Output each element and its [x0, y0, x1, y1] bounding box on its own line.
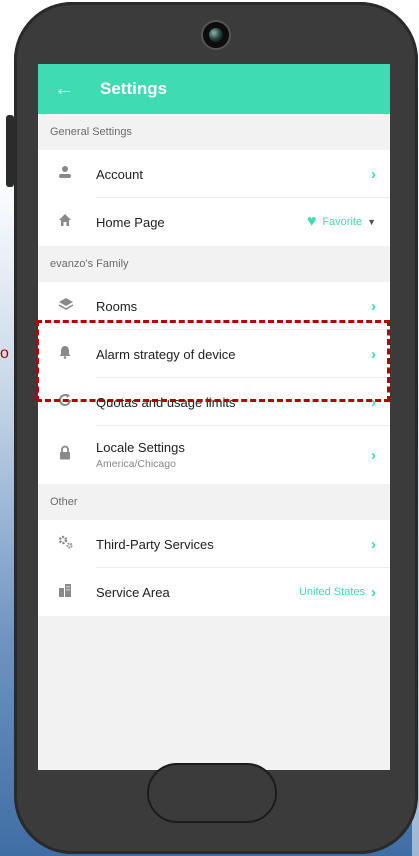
general-settings-group: Account › Home Page ♥ Favorite ▼ [38, 150, 390, 246]
camera-icon [201, 20, 231, 50]
section-header-other: Other [38, 484, 390, 520]
app-bar: ← Settings [38, 64, 390, 114]
app-screen: ← Settings General Settings Account › Ho… [38, 64, 390, 770]
caret-down-icon[interactable]: ▼ [367, 217, 376, 227]
service-area-label: Service Area [96, 584, 170, 600]
layers-icon [58, 297, 96, 316]
left-side-button [6, 115, 14, 187]
other-group: Third-Party Services › Service Area Unit… [38, 520, 390, 616]
gears-icon [58, 535, 96, 554]
arrow-left-icon[interactable]: ← [54, 78, 100, 101]
service-area-row[interactable]: Service Area United States › [38, 568, 390, 616]
locale-settings-row[interactable]: Locale Settings America/Chicago › [38, 426, 390, 484]
chevron-right-icon: › [371, 583, 376, 601]
rooms-label: Rooms [96, 298, 138, 314]
chevron-right-icon: › [371, 165, 376, 183]
heart-icon: ♥ [306, 213, 317, 230]
page-title: Settings [100, 79, 168, 98]
chevron-right-icon: › [371, 446, 376, 464]
account-label: Account [96, 166, 143, 182]
building-icon [58, 583, 96, 602]
home-button[interactable] [147, 763, 277, 823]
section-header-general: General Settings [38, 114, 390, 150]
home-page-row[interactable]: Home Page ♥ Favorite ▼ [38, 198, 390, 246]
highlight-annotation-box [36, 320, 390, 402]
home-page-label: Home Page [96, 214, 165, 230]
user-icon [58, 165, 96, 184]
service-area-value: United States [298, 586, 365, 598]
locale-settings-label: Locale Settings [96, 440, 185, 455]
third-party-services-row[interactable]: Third-Party Services › [38, 520, 390, 568]
cropped-annotation-text: o [0, 345, 9, 362]
section-header-family: evanzo's Family [38, 246, 390, 282]
home-icon [58, 213, 96, 232]
third-party-services-label: Third-Party Services [96, 536, 214, 552]
chevron-right-icon: › [371, 535, 376, 553]
account-row[interactable]: Account › [38, 150, 390, 198]
chevron-right-icon: › [371, 297, 376, 315]
lock-icon [58, 445, 96, 465]
locale-settings-value: America/Chicago [96, 458, 176, 470]
home-page-value[interactable]: Favorite [322, 216, 362, 228]
